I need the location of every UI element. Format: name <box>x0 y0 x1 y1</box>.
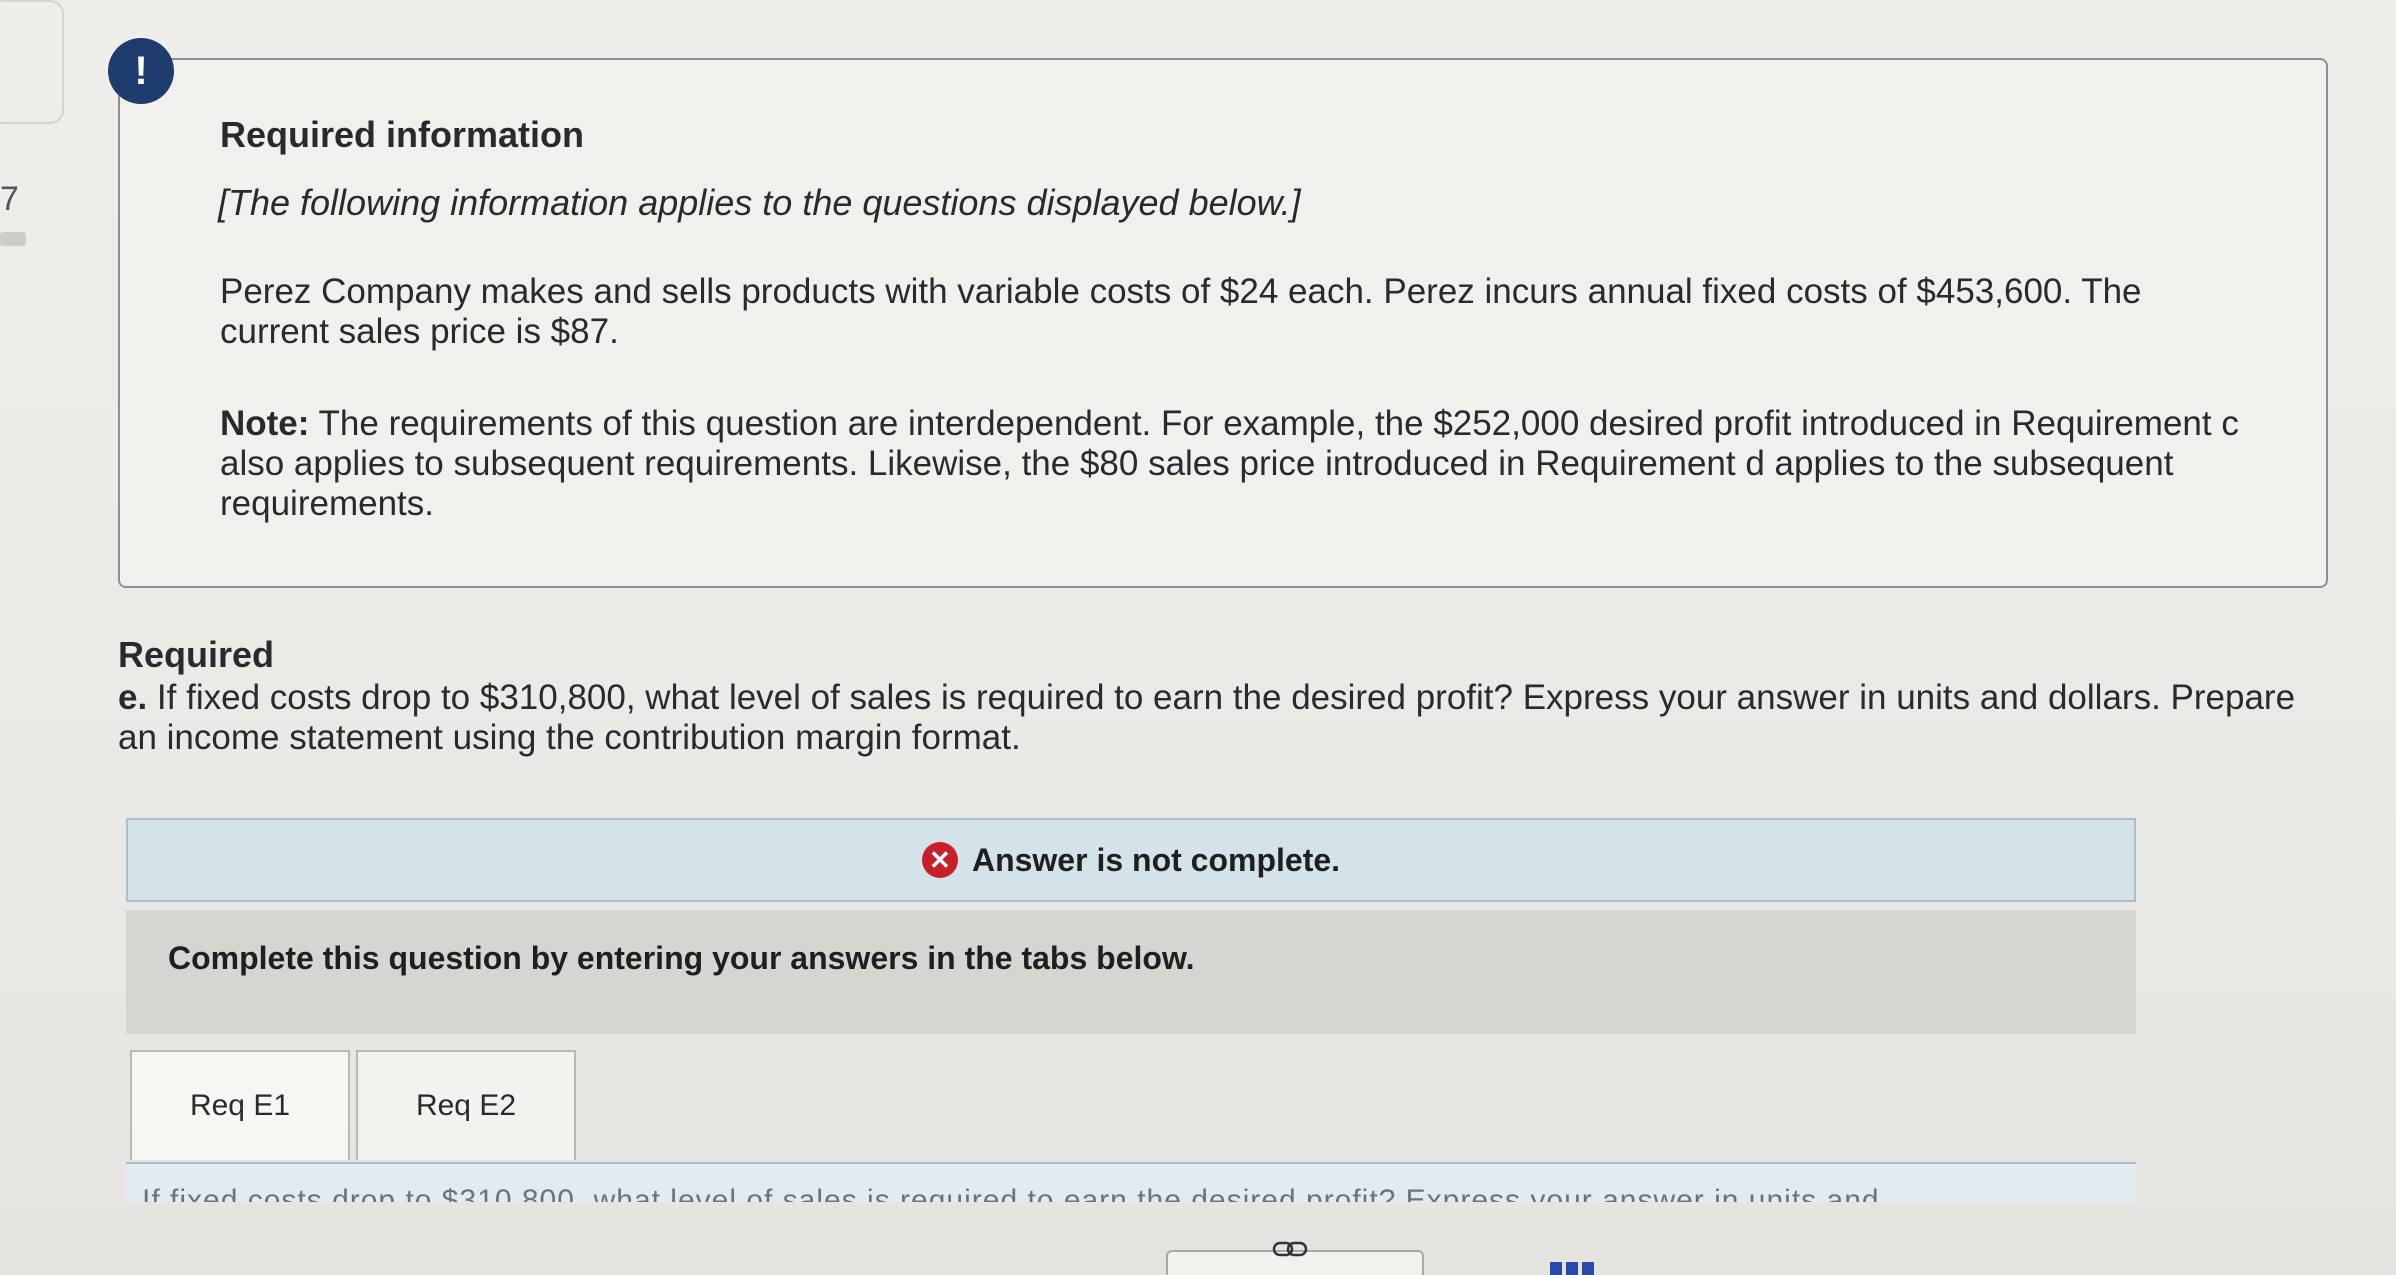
info-note: Note: The requirements of this question … <box>220 404 2240 524</box>
answer-status-text: Answer is not complete. <box>971 841 1341 878</box>
info-paragraph: Perez Company makes and sells products w… <box>220 272 2142 351</box>
page: 7 ! Required information [The following … <box>0 0 2396 1275</box>
alert-icon: ! <box>108 38 174 104</box>
instructions-bar: Complete this question by entering your … <box>126 910 2136 1034</box>
left-panel-edge <box>0 0 64 124</box>
answer-status-banner: ✕ Answer is not complete. <box>126 818 2136 902</box>
tab-req-e1[interactable]: Req E1 <box>130 1050 350 1160</box>
left-panel-marker <box>0 232 26 246</box>
required-heading: Required <box>118 634 275 675</box>
tab-question-text: If fixed costs drop to $310,800, what le… <box>142 1184 1880 1202</box>
close-circle-icon: ✕ <box>921 842 958 878</box>
tab-content-header: If fixed costs drop to $310,800, what le… <box>126 1162 2136 1202</box>
instructions-text: Complete this question by entering your … <box>168 940 1195 976</box>
required-letter: e. <box>118 678 148 717</box>
note-text: The requirements of this question are in… <box>220 404 2239 523</box>
grid-icon[interactable] <box>1550 1262 1594 1275</box>
note-label: Note: <box>220 404 310 443</box>
grid-icon-bar <box>1582 1262 1594 1275</box>
grid-icon-bar <box>1550 1262 1562 1275</box>
tab-req-e2[interactable]: Req E2 <box>356 1050 576 1160</box>
required-question: e. If fixed costs drop to $310,800, what… <box>118 678 2318 758</box>
info-intro: [The following information applies to th… <box>218 182 1301 223</box>
info-title: Required information <box>220 114 585 155</box>
grid-icon-bar <box>1566 1262 1578 1275</box>
question-number: 7 <box>0 180 19 218</box>
required-text: If fixed costs drop to $310,800, what le… <box>118 678 2296 757</box>
link-icon[interactable] <box>1272 1240 1308 1258</box>
